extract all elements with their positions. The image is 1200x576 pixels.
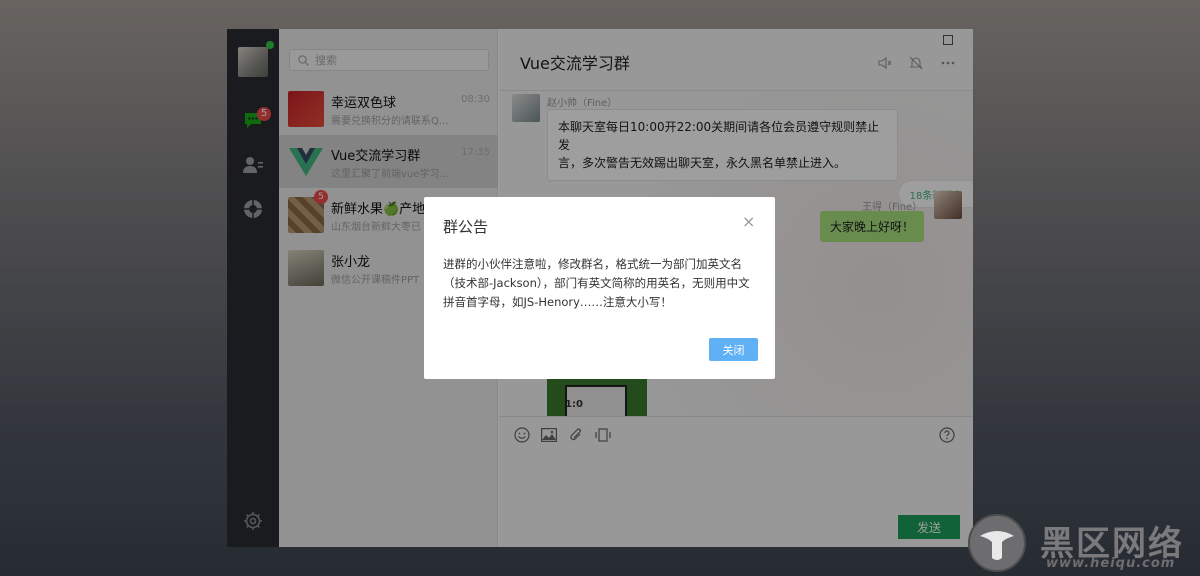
dialog-close-icon[interactable]: ×	[742, 212, 755, 231]
watermark-url: www.heiqu.com	[1046, 556, 1176, 571]
dialog-body: 进群的小伙伴注意啦，修改群名，格式统一为部门加英文名（技术部-Jackson），…	[443, 257, 750, 309]
dialog-title: 群公告	[443, 218, 489, 236]
site-watermark: 黑区网络 www.heiqu.com	[966, 512, 1200, 576]
group-notice-dialog: 群公告 × 进群的小伙伴注意啦，修改群名，格式统一为部门加英文名（技术部-Jac…	[424, 197, 775, 379]
dialog-close-button[interactable]: 关闭	[709, 338, 758, 361]
watermark-logo-icon	[968, 514, 1026, 572]
